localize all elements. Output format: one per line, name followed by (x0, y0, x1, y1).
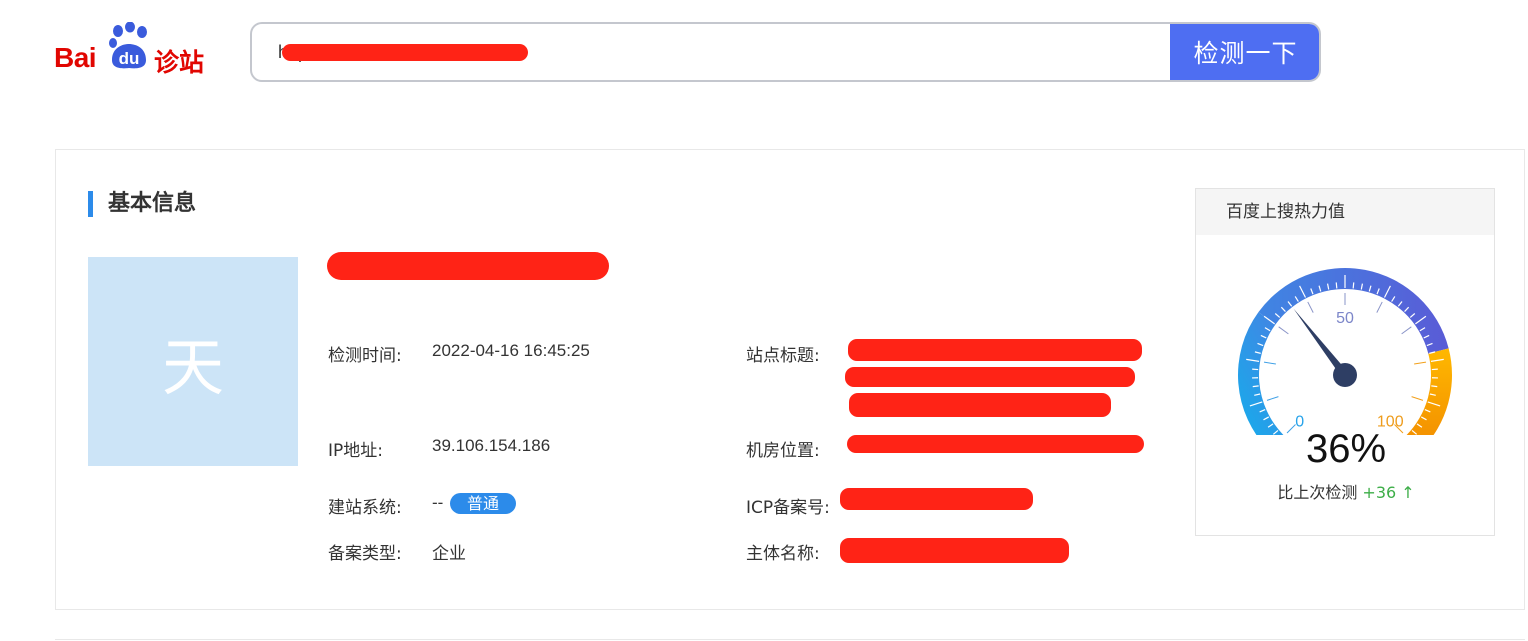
gauge-tick (1431, 385, 1438, 388)
check-button[interactable]: 检测一下 (1170, 24, 1319, 80)
logo-bai-text: Bai (54, 42, 97, 73)
record-type-label: 备案类型: (328, 544, 402, 564)
heat-compare: 比上次检测 +36 ↑ (1196, 479, 1496, 503)
heat-title: 百度上搜热力值 (1196, 189, 1494, 235)
gauge-band (1406, 348, 1452, 435)
cms-value: -- (432, 493, 444, 512)
gauge-inner-tick (1263, 361, 1276, 365)
gauge-inner-tick (1266, 396, 1279, 401)
cms-badge: 普通 (450, 493, 516, 514)
redaction-mark (282, 44, 528, 61)
paw-icon: du (109, 22, 147, 69)
gauge-inner-tick (1411, 396, 1424, 401)
logo-zhan-text: 诊站 (154, 48, 205, 77)
ip-value: 39.106.154.186 (432, 436, 551, 455)
owner-label: 主体名称: (746, 544, 820, 564)
redaction-mark (847, 435, 1144, 453)
section-title: 基本信息 (88, 190, 196, 218)
cms-label: 建站系统: (328, 498, 402, 518)
gauge-inner-tick (1278, 326, 1289, 335)
baidu-logo[interactable]: Bai du 诊站 (54, 22, 214, 77)
redaction-mark (845, 367, 1135, 387)
compare-label: 比上次检测 (1277, 483, 1358, 502)
heat-panel: 百度上搜热力值 0 50 100 36% 比上次检测 +36 ↑ (1195, 188, 1495, 536)
gauge-tick (1252, 385, 1259, 388)
redaction-mark (849, 393, 1111, 417)
redaction-mark (840, 538, 1069, 563)
logo-du-text: du (119, 49, 140, 68)
record-type-value: 企业 (432, 544, 466, 563)
location-label: 机房位置: (746, 441, 820, 461)
gauge-inner-tick (1401, 326, 1412, 335)
gauge-band (1238, 312, 1284, 435)
gauge-hub (1333, 363, 1357, 387)
redaction-mark (840, 488, 1033, 510)
gauge-inner-tick (1376, 301, 1383, 313)
gauge-inner-tick (1307, 301, 1314, 313)
site-avatar: 天 (88, 257, 298, 466)
gauge-inner-tick (1414, 361, 1427, 365)
redaction-mark (327, 252, 609, 280)
gauge-label-50: 50 (1336, 310, 1354, 327)
check-time-label: 检测时间: (328, 346, 402, 366)
redaction-mark (848, 339, 1142, 361)
gauge-tick (1335, 282, 1338, 289)
check-time-value: 2022-04-16 16:45:25 (432, 341, 590, 360)
icp-label: ICP备案号: (746, 498, 830, 518)
site-title-label: 站点标题: (746, 346, 820, 366)
basic-info-card: 基本信息 天 检测时间: 2022-04-16 16:45:25 IP地址: 3… (55, 149, 1525, 610)
compare-delta: +36 ↑ (1362, 483, 1415, 502)
heat-percent: 36% (1305, 427, 1387, 471)
divider (55, 639, 1525, 640)
gauge-tick (1352, 282, 1355, 289)
ip-label: IP地址: (328, 441, 383, 461)
heat-gauge: 0 50 100 (1238, 268, 1452, 435)
